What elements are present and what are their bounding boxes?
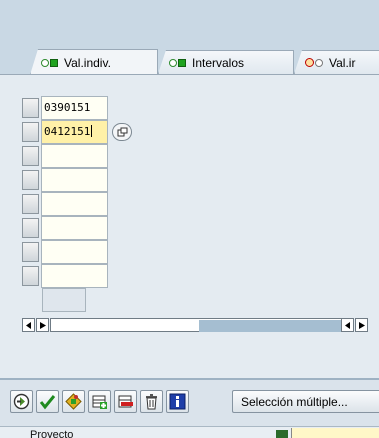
- matchcode-icon[interactable]: [276, 430, 288, 438]
- value-cell[interactable]: [41, 144, 108, 168]
- scroll-thumb[interactable]: [199, 320, 349, 332]
- scroll-right-button[interactable]: [36, 318, 49, 332]
- confirm-button[interactable]: [36, 390, 59, 413]
- options-button[interactable]: [62, 390, 85, 413]
- row-selector[interactable]: [22, 242, 39, 262]
- tab-label: Val.indiv.: [64, 55, 111, 70]
- row-selector[interactable]: [22, 170, 39, 190]
- scroll-left-button[interactable]: [341, 318, 354, 332]
- row-selector[interactable]: [22, 122, 39, 142]
- project-input[interactable]: [291, 428, 379, 438]
- value-cell[interactable]: [41, 240, 108, 264]
- arrow-left-icon: [344, 321, 350, 329]
- tab-val-excl[interactable]: Val.ir: [294, 50, 379, 74]
- scroll-left-button[interactable]: [22, 318, 35, 332]
- table-empty-area: [42, 288, 86, 312]
- status-excluded-icon: [305, 58, 323, 67]
- bottom-strip: Proyecto: [0, 426, 379, 438]
- delete-row-button[interactable]: [114, 390, 137, 413]
- value-cell[interactable]: [41, 264, 108, 288]
- value-cell-active[interactable]: 0412151: [41, 120, 108, 144]
- scroll-right-button[interactable]: [355, 318, 368, 332]
- status-green-icon: [169, 58, 186, 67]
- scroll-track[interactable]: [50, 318, 352, 332]
- tab-label: Val.ir: [329, 55, 356, 70]
- check-icon: [39, 395, 56, 410]
- status-green-icon: [41, 58, 58, 67]
- multi-select-icon: [117, 127, 127, 137]
- arrow-right-icon: [358, 321, 365, 329]
- info-icon: [169, 393, 186, 410]
- multiple-selection-button[interactable]: Selección múltiple...: [232, 390, 379, 413]
- insert-row-icon: [92, 395, 107, 409]
- value-cell[interactable]: 0390151: [41, 96, 108, 120]
- info-button[interactable]: [166, 390, 189, 413]
- field-label: Proyecto: [30, 429, 74, 438]
- value-text: 0412151: [44, 125, 91, 138]
- insert-row-button[interactable]: [88, 390, 111, 413]
- value-cell[interactable]: [41, 168, 108, 192]
- value-cell[interactable]: [41, 192, 108, 216]
- execute-icon: [13, 393, 30, 410]
- options-icon: [65, 393, 82, 410]
- row-selector[interactable]: [22, 146, 39, 166]
- arrow-right-icon: [39, 321, 46, 329]
- tab-val-indiv[interactable]: Val.indiv.: [30, 49, 158, 75]
- row-selector[interactable]: [22, 98, 39, 118]
- arrow-left-icon: [25, 321, 31, 329]
- bottom-toolbar: Selección múltiple...: [0, 380, 379, 426]
- delete-row-icon: [118, 395, 133, 408]
- text-caret: [91, 125, 93, 137]
- tab-label: Intervalos: [192, 55, 245, 70]
- tab-intervalos[interactable]: Intervalos: [158, 50, 294, 74]
- row-selector[interactable]: [22, 218, 39, 238]
- trash-icon: [146, 394, 157, 410]
- trash-button[interactable]: [140, 390, 163, 413]
- multi-select-button[interactable]: [112, 123, 132, 141]
- value-cell[interactable]: [41, 216, 108, 240]
- row-selector[interactable]: [22, 266, 39, 286]
- row-selector[interactable]: [22, 194, 39, 214]
- execute-button[interactable]: [10, 390, 33, 413]
